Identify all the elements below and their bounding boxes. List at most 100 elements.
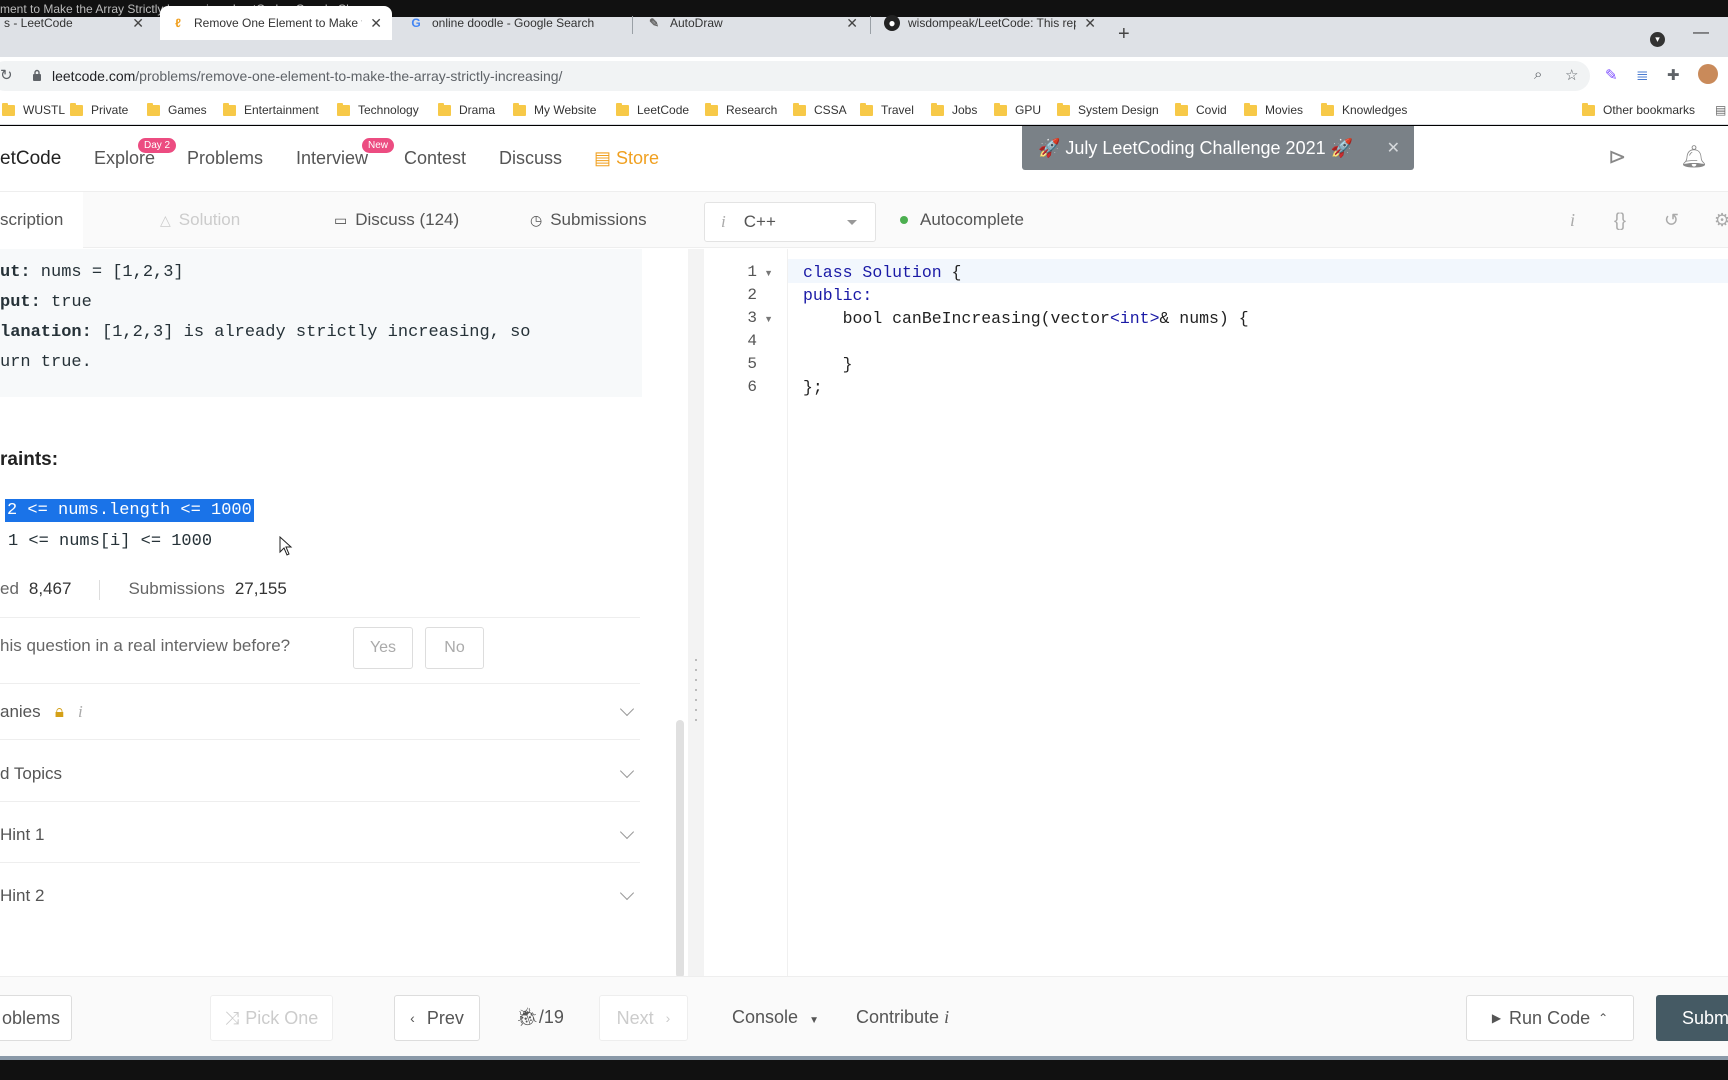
close-icon[interactable]: ✕ — [370, 15, 382, 32]
url-path: /problems/remove-one-element-to-make-the… — [135, 68, 563, 84]
browser-tab-active[interactable]: ℓ Remove One Element to Make th ✕ — [160, 6, 392, 40]
close-icon[interactable]: ✕ — [1387, 138, 1400, 158]
close-icon[interactable]: ✕ — [846, 15, 858, 32]
accordion-hint-2[interactable]: Hint 2 — [0, 868, 640, 924]
grip-dot — [695, 689, 697, 691]
bookmark-folder[interactable]: Private — [70, 95, 128, 125]
clock-icon: ◷ — [530, 211, 543, 228]
nav-contest[interactable]: Contest — [404, 148, 466, 169]
bookmark-folder[interactable]: Covid — [1175, 95, 1227, 125]
nav-store[interactable]: ▤ Store — [594, 148, 659, 169]
bookmark-folder[interactable]: Travel — [860, 95, 914, 125]
reading-list-icon[interactable]: ▤ — [1715, 95, 1726, 125]
bookmark-folder[interactable]: GPU — [994, 95, 1041, 125]
fold-arrow-icon[interactable]: ▼ — [764, 268, 773, 278]
bookmark-folder[interactable]: Knowledges — [1321, 95, 1407, 125]
minimize-icon[interactable]: — — [1693, 24, 1709, 42]
browser-tab-google[interactable]: G online doodle - Google Search — [398, 6, 630, 40]
description-scrollbar[interactable] — [676, 720, 684, 978]
new-tab-icon[interactable]: + — [1118, 24, 1130, 44]
bookmark-folder[interactable]: CSSA — [793, 95, 847, 125]
other-bookmarks[interactable]: Other bookmarks — [1582, 95, 1695, 125]
accordion-companies[interactable]: anies 🔒︎ i — [0, 684, 640, 740]
reader-extension-icon[interactable]: ≣ — [1636, 66, 1649, 84]
address-url[interactable]: leetcode.com/problems/remove-one-element… — [52, 68, 562, 84]
store-label: Store — [616, 148, 660, 168]
bookmark-folder[interactable]: Games — [147, 95, 207, 125]
playground-icon[interactable]: ⊳ — [1608, 144, 1626, 170]
run-code-button[interactable]: ▶ Run Code ⌃ — [1466, 995, 1634, 1041]
tab-discuss[interactable]: ▭ Discuss (124) — [334, 210, 459, 230]
bug-icon: 🐞︎ — [516, 1007, 539, 1027]
problems-button[interactable]: oblems — [0, 995, 72, 1041]
screen: ment to Make the Array Strictly Increasi… — [0, 0, 1728, 1080]
status-dot-icon — [900, 216, 908, 224]
tab-solution[interactable]: △ Solution — [160, 210, 240, 230]
folder-icon — [337, 102, 350, 116]
accordion-label: anies 🔒︎ i — [0, 702, 83, 721]
reset-icon[interactable]: ↺ — [1664, 210, 1679, 231]
bookmark-folder[interactable]: Drama — [438, 95, 495, 125]
settings-icon[interactable]: ⚙ — [1714, 210, 1728, 231]
braces-icon[interactable]: {} — [1614, 210, 1626, 231]
chevron-down-icon — [619, 885, 635, 901]
close-icon[interactable]: ✕ — [132, 15, 144, 32]
next-button[interactable]: Next › — [599, 995, 688, 1041]
bookmark-folder[interactable]: My Website — [513, 95, 596, 125]
folder-icon — [705, 102, 718, 116]
yes-button[interactable]: Yes — [353, 627, 413, 669]
tab-search-icon[interactable]: ▾ — [1650, 32, 1665, 47]
leetcode-logo[interactable]: etCode — [0, 148, 61, 170]
bookmark-folder[interactable]: Jobs — [931, 95, 977, 125]
pane-resizer[interactable] — [688, 249, 704, 976]
bookmark-folder[interactable]: WUSTL — [2, 95, 65, 125]
problem-counter[interactable]: 🐞︎/19 — [516, 1007, 564, 1028]
contribute-link[interactable]: Contribute i — [856, 1007, 949, 1028]
run-code-label: Run Code — [1509, 1007, 1591, 1028]
challenge-banner[interactable]: 🚀 July LeetCoding Challenge 2021 🚀 ✕ — [1022, 126, 1414, 170]
accordion-related-topics[interactable]: d Topics — [0, 746, 640, 802]
bookmark-folder[interactable]: Technology — [337, 95, 419, 125]
accordion-hint-1[interactable]: Hint 1 — [0, 807, 640, 863]
contribute-label: Contribute — [856, 1007, 940, 1027]
no-button[interactable]: No — [425, 627, 484, 669]
notification-bell-icon[interactable]: 🔔︎ — [1680, 144, 1708, 170]
bookmark-folder[interactable]: System Design — [1057, 95, 1159, 125]
submit-button[interactable]: Subm — [1656, 995, 1728, 1041]
bookmark-folder[interactable]: Movies — [1244, 95, 1303, 125]
nav-interview[interactable]: Interview — [296, 148, 368, 169]
puzzle-extension-icon[interactable]: ✚ — [1667, 66, 1680, 84]
close-icon[interactable]: ✕ — [1084, 15, 1096, 32]
grip-dot — [695, 699, 697, 701]
lock-icon[interactable] — [32, 69, 42, 81]
reload-icon[interactable]: ↻ — [0, 66, 13, 84]
accordion-label: Hint 1 — [0, 825, 45, 844]
bookmark-star-icon[interactable]: ☆ — [1565, 66, 1578, 84]
browser-tab-leetcode-list[interactable]: s - LeetCode ✕ — [0, 6, 154, 40]
language-select[interactable]: i C++ — [704, 202, 876, 242]
code-editor[interactable]: 1 ▼ 2 3 ▼ 4 5 6 class Solution { public:… — [704, 249, 1728, 976]
chevron-down-icon — [619, 763, 635, 779]
prev-button[interactable]: ‹ Prev — [394, 995, 480, 1041]
pick-one-button[interactable]: ⤨ Pick One — [210, 995, 333, 1041]
browser-tab-autodraw[interactable]: ✎ AutoDraw ✕ — [636, 6, 868, 40]
nav-discuss[interactable]: Discuss — [499, 148, 562, 169]
example-input: ut: nums = [1,2,3] — [0, 263, 184, 282]
browser-tab-github[interactable]: ● wisdompeak/LeetCode: This repo ✕ — [874, 6, 1106, 40]
console-toggle[interactable]: Console ▼ — [732, 1007, 819, 1028]
bookmark-folder[interactable]: Entertainment — [223, 95, 319, 125]
tab-description-label: scription — [0, 210, 64, 229]
grip-dot — [695, 709, 697, 711]
tab-submissions[interactable]: ◷ Submissions — [530, 210, 647, 230]
zoom-icon[interactable]: ⌕ — [1534, 66, 1542, 83]
fold-arrow-icon[interactable]: ▼ — [764, 314, 773, 324]
profile-avatar[interactable] — [1698, 64, 1718, 84]
nav-problems[interactable]: Problems — [187, 148, 263, 169]
constraint-2: 1 <= nums[i] <= 1000 — [8, 532, 213, 551]
autocomplete-toggle[interactable]: Autocomplete — [900, 210, 1024, 230]
bookmark-folder[interactable]: LeetCode — [616, 95, 689, 125]
tab-description[interactable]: scription — [0, 192, 84, 248]
bookmark-folder[interactable]: Research — [705, 95, 777, 125]
info-icon[interactable]: i — [1570, 210, 1575, 231]
pen-extension-icon[interactable]: ✎ — [1605, 66, 1618, 84]
